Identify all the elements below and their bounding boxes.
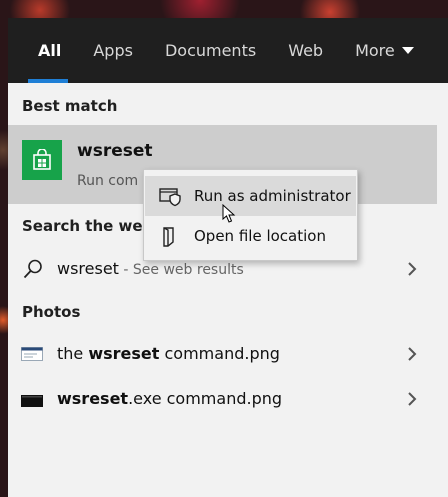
shield-admin-icon bbox=[159, 185, 183, 211]
web-hint: - See web results bbox=[118, 262, 244, 278]
name-match: wsreset bbox=[57, 389, 129, 408]
store-icon bbox=[22, 140, 62, 180]
tab-more[interactable]: More bbox=[338, 18, 429, 83]
image-file-icon bbox=[21, 392, 43, 411]
search-web-heading: Search the web bbox=[22, 217, 154, 235]
name-suffix: .exe command.png bbox=[128, 389, 283, 408]
context-menu: Run as administrator Open file location bbox=[143, 169, 358, 261]
tab-web[interactable]: Web bbox=[271, 18, 338, 83]
mouse-cursor-icon bbox=[222, 203, 236, 228]
scrollbar[interactable] bbox=[437, 83, 448, 497]
photo-result-name: wsreset.exe command.png bbox=[57, 389, 282, 408]
menu-item-label: Open file location bbox=[194, 227, 326, 245]
tab-label: Web bbox=[288, 41, 324, 60]
search-icon bbox=[22, 258, 44, 284]
tab-label: Documents bbox=[164, 41, 257, 60]
chevron-right-icon[interactable] bbox=[406, 391, 418, 411]
chevron-right-icon[interactable] bbox=[406, 346, 418, 366]
tab-label: All bbox=[38, 41, 62, 60]
best-match-heading: Best match bbox=[22, 97, 118, 115]
tab-label: More bbox=[355, 41, 395, 60]
photo-result-row[interactable]: wsreset.exe command.png bbox=[8, 379, 437, 419]
chevron-right-icon[interactable] bbox=[406, 261, 418, 281]
name-match: wsreset bbox=[88, 344, 160, 363]
tab-label: Apps bbox=[93, 41, 133, 60]
app-subtitle: Run com bbox=[77, 173, 139, 189]
app-name: wsreset bbox=[77, 141, 153, 161]
tab-all[interactable]: All bbox=[8, 18, 76, 83]
web-query: wsreset bbox=[57, 259, 119, 278]
name-prefix: the bbox=[57, 344, 89, 363]
name-suffix: command.png bbox=[159, 344, 280, 363]
tab-documents[interactable]: Documents bbox=[148, 18, 271, 83]
photo-result-name: the wsreset command.png bbox=[57, 344, 280, 363]
image-file-icon bbox=[21, 346, 43, 365]
photos-heading: Photos bbox=[22, 303, 81, 321]
web-search-text: wsreset - See web results bbox=[57, 259, 244, 278]
folder-location-icon bbox=[159, 225, 181, 251]
photo-result-row[interactable]: the wsreset command.png bbox=[8, 334, 437, 374]
menu-item-label: Run as administrator bbox=[194, 187, 351, 205]
caret-down-icon bbox=[401, 47, 414, 54]
menu-item-open-file-location[interactable]: Open file location bbox=[145, 216, 356, 256]
search-scope-tabs: All Apps Documents Web More bbox=[8, 18, 448, 83]
menu-item-run-as-administrator[interactable]: Run as administrator bbox=[145, 176, 356, 216]
tab-apps[interactable]: Apps bbox=[76, 18, 148, 83]
